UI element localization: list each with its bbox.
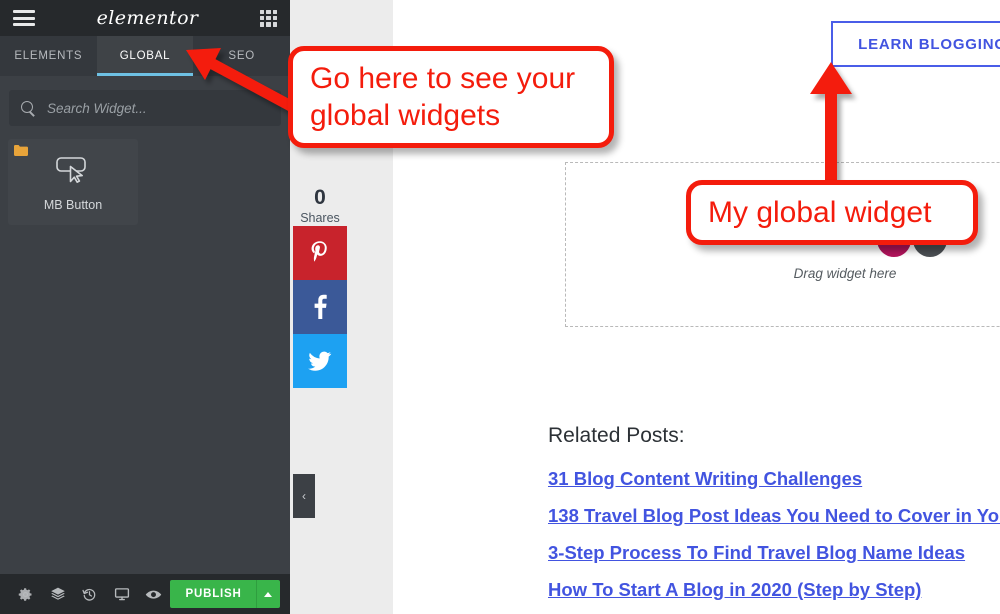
learn-blogging-button[interactable]: LEARN BLOGGING (831, 21, 1000, 67)
related-post-link[interactable]: 31 Blog Content Writing Challenges (548, 468, 1000, 490)
related-posts-section: Related Posts: 31 Blog Content Writing C… (548, 424, 1000, 614)
elementor-logo: elementor (96, 7, 199, 29)
related-post-link[interactable]: How To Start A Blog in 2020 (Step by Ste… (548, 579, 1000, 601)
elementor-panel: elementor ELEMENTS GLOBAL SEO Search Wid… (0, 0, 290, 614)
search-widget-field[interactable]: Search Widget... (9, 90, 281, 126)
grid-apps-icon[interactable] (259, 9, 277, 27)
hamburger-icon[interactable] (13, 10, 35, 26)
app-root: elementor ELEMENTS GLOBAL SEO Search Wid… (0, 0, 1000, 614)
responsive-mode-icon[interactable] (106, 574, 138, 614)
panel-footer: PUBLISH (0, 574, 290, 614)
preview-eye-icon[interactable] (138, 574, 170, 614)
dropzone-hint: Drag widget here (793, 266, 897, 281)
share-count-number: 0 (314, 186, 326, 209)
tab-elements[interactable]: ELEMENTS (0, 36, 97, 76)
related-posts-heading: Related Posts: (548, 424, 685, 447)
share-count-block: 0 Shares (293, 186, 347, 226)
share-facebook-button[interactable] (293, 280, 347, 334)
panel-tabs: ELEMENTS GLOBAL SEO (0, 36, 290, 76)
callout-global-widgets: Go here to see your global widgets (288, 46, 614, 148)
navigator-layers-icon[interactable] (42, 574, 74, 614)
global-widget-mb-button[interactable]: MB Button (8, 139, 138, 225)
publish-options-caret-up-icon[interactable] (255, 580, 280, 608)
search-input-placeholder: Search Widget... (47, 100, 147, 116)
callout-my-global-widget: My global widget (686, 180, 978, 245)
tab-global[interactable]: GLOBAL (96, 36, 194, 76)
share-count-label: Shares (300, 211, 340, 225)
share-twitter-button[interactable] (293, 334, 347, 388)
history-revisions-icon[interactable] (74, 574, 106, 614)
share-rail-collapse-chevron-left-icon[interactable]: ‹ (293, 474, 315, 518)
facebook-icon (314, 294, 327, 319)
tab-seo[interactable]: SEO (193, 36, 290, 76)
folder-icon (14, 145, 28, 156)
twitter-icon (308, 351, 332, 371)
social-share-rail: 0 Shares ‹ (293, 186, 347, 518)
button-widget-icon (56, 157, 86, 183)
pinterest-icon (311, 241, 327, 262)
publish-button[interactable]: PUBLISH (169, 580, 256, 608)
related-post-link[interactable]: 138 Travel Blog Post Ideas You Need to C… (548, 505, 1000, 527)
panel-header: elementor (0, 0, 290, 36)
related-post-link[interactable]: 3-Step Process To Find Travel Blog Name … (548, 542, 1000, 564)
settings-gear-icon[interactable] (10, 574, 42, 614)
search-icon (21, 101, 35, 115)
widget-label: MB Button (43, 198, 103, 212)
share-pinterest-button[interactable] (293, 226, 347, 280)
